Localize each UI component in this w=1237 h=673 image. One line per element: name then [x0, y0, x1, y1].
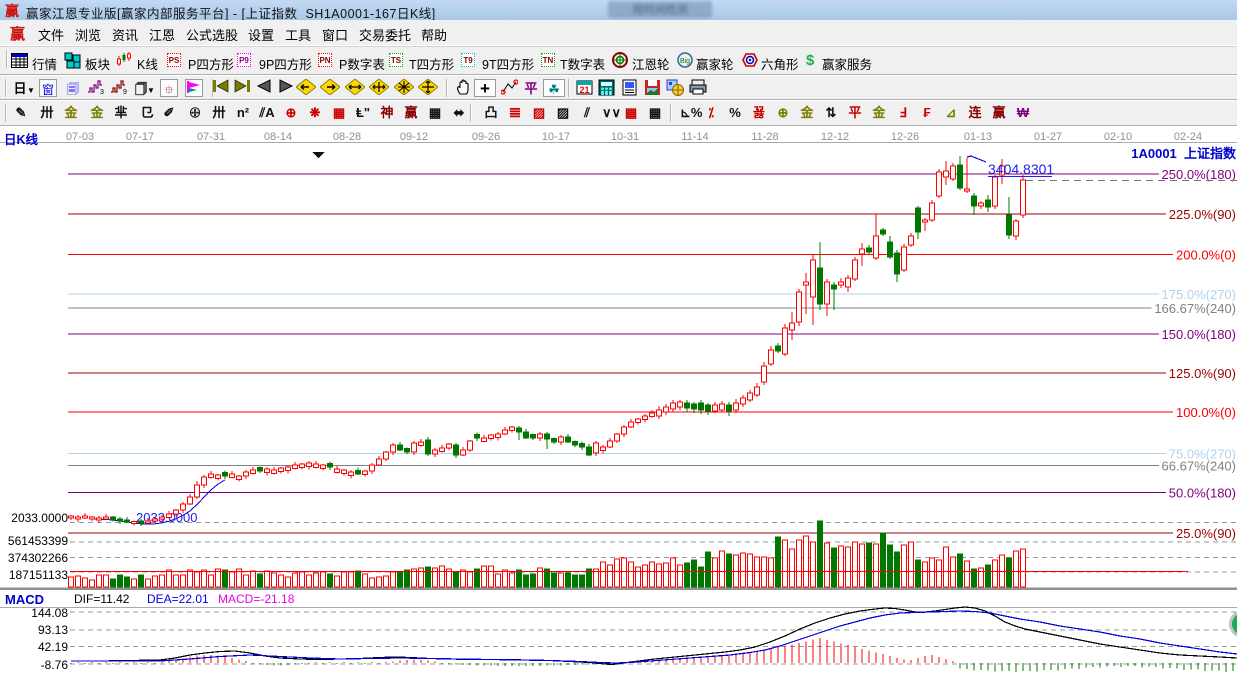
svg-text:10-31: 10-31	[611, 131, 639, 143]
svg-text:9: 9	[123, 89, 127, 95]
svg-text:200.0%(0): 200.0%(0)	[1176, 248, 1236, 263]
svg-text:11-14: 11-14	[681, 131, 708, 143]
svg-text:175.0%(270): 175.0%(270)	[1162, 287, 1236, 302]
svg-text:01-27: 01-27	[1034, 131, 1062, 143]
svg-text:08-28: 08-28	[333, 131, 361, 143]
svg-text:01-13: 01-13	[964, 131, 992, 143]
svg-text:3: 3	[100, 89, 104, 95]
svg-text:250.0%(180): 250.0%(180)	[1162, 167, 1236, 182]
svg-text:50.0%(180): 50.0%(180)	[1169, 486, 1236, 501]
svg-text:125.0%(90): 125.0%(90)	[1169, 366, 1236, 381]
svg-text:12-26: 12-26	[891, 131, 919, 143]
svg-text:150.0%(180): 150.0%(180)	[1162, 327, 1236, 342]
svg-text:07-17: 07-17	[126, 131, 154, 143]
svg-text:166.67%(240): 166.67%(240)	[1154, 301, 1236, 316]
svg-text:07-31: 07-31	[197, 131, 225, 143]
svg-text:66.67%(240): 66.67%(240)	[1162, 459, 1236, 474]
svg-text:Big: Big	[680, 58, 690, 65]
svg-text:08-14: 08-14	[264, 131, 292, 143]
svg-text:12-12: 12-12	[821, 131, 849, 143]
svg-text:225.0%(90): 225.0%(90)	[1169, 207, 1236, 222]
svg-text:21: 21	[579, 85, 589, 95]
svg-text:02-24: 02-24	[1174, 131, 1202, 143]
svg-text:3404.8301: 3404.8301	[988, 161, 1054, 177]
svg-text:11-28: 11-28	[751, 131, 778, 143]
svg-text:07-03: 07-03	[66, 131, 94, 143]
svg-text:09-12: 09-12	[400, 131, 428, 143]
svg-text:02-10: 02-10	[1104, 131, 1132, 143]
svg-text:100.0%(0): 100.0%(0)	[1176, 405, 1236, 420]
svg-text:25.0%(90): 25.0%(90)	[1176, 526, 1236, 541]
svg-text:09-26: 09-26	[472, 131, 500, 143]
svg-text:10-17: 10-17	[542, 131, 570, 143]
